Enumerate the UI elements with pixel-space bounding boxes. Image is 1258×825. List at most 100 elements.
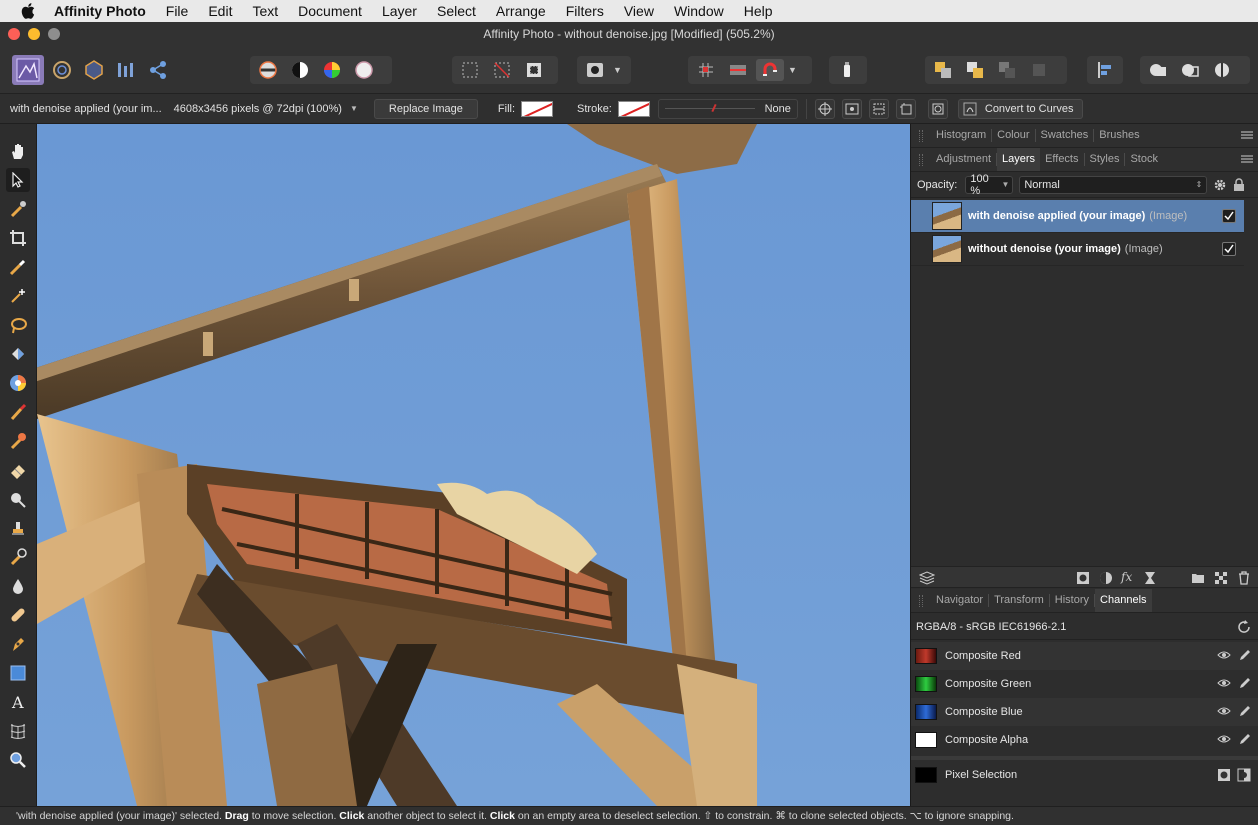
- pen-tool-icon[interactable]: [6, 632, 30, 656]
- deselect-icon[interactable]: [488, 59, 516, 81]
- menu-file[interactable]: File: [166, 3, 189, 19]
- erase-brush-tool-icon[interactable]: [6, 458, 30, 482]
- channel-row-alpha[interactable]: Composite Alpha: [911, 726, 1258, 754]
- selection-brush-tool-icon[interactable]: [6, 255, 30, 279]
- tab-effects[interactable]: Effects: [1040, 153, 1085, 166]
- quick-mask-icon[interactable]: [581, 59, 609, 81]
- guides-icon[interactable]: [724, 59, 752, 81]
- show-selection-box-icon[interactable]: [841, 98, 862, 119]
- close-window-button[interactable]: [8, 28, 20, 40]
- hand-tool-icon[interactable]: [6, 139, 30, 163]
- panel-menu-icon[interactable]: [1241, 130, 1253, 140]
- menu-app[interactable]: Affinity Photo: [54, 3, 146, 19]
- liquify-persona-icon[interactable]: [48, 59, 76, 81]
- pencil-icon[interactable]: [1239, 649, 1251, 661]
- snapping-magnet-icon[interactable]: [756, 59, 784, 81]
- pencil-icon[interactable]: [1239, 705, 1251, 717]
- stroke-width-slider[interactable]: None: [657, 98, 798, 119]
- gradient-tool-icon[interactable]: [6, 371, 30, 395]
- hsl-icon[interactable]: [318, 59, 346, 81]
- invert-selection-icon[interactable]: [520, 59, 548, 81]
- black-white-icon[interactable]: [286, 59, 314, 81]
- panel-grip-icon[interactable]: [919, 153, 923, 166]
- pixel-layer-icon[interactable]: [1215, 572, 1227, 584]
- mask-layer-icon[interactable]: [1076, 571, 1090, 585]
- stroke-swatch[interactable]: [617, 100, 650, 117]
- white-balance-icon[interactable]: [350, 59, 378, 81]
- chevron-down-icon[interactable]: ▼: [788, 65, 798, 75]
- dodge-brush-tool-icon[interactable]: [6, 487, 30, 511]
- scale-with-object-icon[interactable]: [868, 98, 889, 119]
- menu-document[interactable]: Document: [298, 3, 362, 19]
- tab-channels[interactable]: Channels: [1095, 589, 1152, 612]
- layer-row[interactable]: with denoise applied (your image) (Image…: [911, 200, 1244, 233]
- panel-menu-icon[interactable]: [1241, 154, 1253, 164]
- paint-brush-tool-icon[interactable]: [6, 400, 30, 424]
- export-persona-icon[interactable]: [144, 59, 172, 81]
- tab-swatches[interactable]: Swatches: [1036, 129, 1095, 142]
- channel-row-pixel-selection[interactable]: Pixel Selection: [911, 761, 1258, 789]
- menu-layer[interactable]: Layer: [382, 3, 417, 19]
- color-replacement-brush-icon[interactable]: [6, 429, 30, 453]
- mesh-warp-tool-icon[interactable]: [6, 719, 30, 743]
- menu-arrange[interactable]: Arrange: [496, 3, 546, 19]
- tone-mapping-persona-icon[interactable]: [112, 59, 140, 81]
- photo-persona-icon[interactable]: [12, 55, 44, 85]
- intersect-shape-icon[interactable]: [1208, 59, 1236, 81]
- move-forward-one-icon[interactable]: [993, 59, 1021, 81]
- eye-icon[interactable]: [1217, 734, 1231, 744]
- menu-view[interactable]: View: [624, 3, 654, 19]
- blemish-removal-tool-icon[interactable]: [6, 545, 30, 569]
- tab-brushes[interactable]: Brushes: [1094, 129, 1144, 142]
- convert-to-curves-button[interactable]: Convert to Curves: [957, 98, 1083, 119]
- tab-history[interactable]: History: [1050, 594, 1096, 607]
- mask-channel-icon[interactable]: [1217, 768, 1231, 782]
- blur-brush-tool-icon[interactable]: [6, 574, 30, 598]
- grid-icon[interactable]: [692, 59, 720, 81]
- lock-icon[interactable]: [1233, 177, 1245, 192]
- panel-grip-icon[interactable]: [919, 594, 923, 607]
- tab-colour[interactable]: Colour: [992, 129, 1036, 142]
- refresh-icon[interactable]: [1237, 620, 1251, 634]
- fx-icon[interactable]: fx: [1121, 570, 1132, 584]
- panel-grip-icon[interactable]: [919, 129, 923, 142]
- tab-navigator[interactable]: Navigator: [931, 594, 990, 607]
- trash-icon[interactable]: [1238, 571, 1250, 585]
- transform-origin-icon[interactable]: [814, 98, 835, 119]
- healing-brush-tool-icon[interactable]: [6, 603, 30, 627]
- folder-icon[interactable]: [1191, 572, 1205, 584]
- rectangle-tool-icon[interactable]: [6, 661, 30, 685]
- live-filter-icon[interactable]: [1144, 571, 1156, 585]
- eye-icon[interactable]: [1217, 706, 1231, 716]
- menu-help[interactable]: Help: [744, 3, 773, 19]
- flood-select-tool-icon[interactable]: [6, 284, 30, 308]
- tab-layers[interactable]: Layers: [997, 148, 1041, 171]
- move-tool-icon[interactable]: [6, 168, 30, 192]
- chevron-down-icon[interactable]: ▼: [613, 65, 623, 75]
- layer-visibility-checkbox[interactable]: [1222, 242, 1236, 256]
- flood-fill-tool-icon[interactable]: [6, 342, 30, 366]
- tab-transform[interactable]: Transform: [989, 594, 1050, 607]
- tab-histogram[interactable]: Histogram: [931, 129, 993, 142]
- color-picker-tool-icon[interactable]: [6, 197, 30, 221]
- blend-mode-select[interactable]: Normal ⇕: [1019, 175, 1208, 194]
- menu-edit[interactable]: Edit: [208, 3, 232, 19]
- freehand-selection-tool-icon[interactable]: [6, 313, 30, 337]
- move-to-back-icon[interactable]: [929, 59, 957, 81]
- replace-image-button[interactable]: Replace Image: [373, 98, 478, 119]
- channel-row-red[interactable]: Composite Red: [911, 642, 1258, 670]
- layer-row[interactable]: without denoise (your image) (Image): [911, 233, 1244, 266]
- chevron-down-icon[interactable]: ▼: [350, 104, 358, 113]
- tab-styles[interactable]: Styles: [1085, 153, 1126, 166]
- zoom-tool-icon[interactable]: [6, 748, 30, 772]
- document-canvas[interactable]: [37, 124, 910, 806]
- clone-brush-tool-icon[interactable]: [6, 516, 30, 540]
- crop-tool-icon[interactable]: [6, 226, 30, 250]
- pencil-icon[interactable]: [1239, 733, 1251, 745]
- tab-adjustment[interactable]: Adjustment: [931, 153, 998, 166]
- assistant-icon[interactable]: [833, 59, 861, 81]
- tab-stock[interactable]: Stock: [1125, 153, 1163, 166]
- move-to-front-icon[interactable]: [1025, 59, 1053, 81]
- levels-icon[interactable]: [254, 59, 282, 81]
- menu-text[interactable]: Text: [252, 3, 278, 19]
